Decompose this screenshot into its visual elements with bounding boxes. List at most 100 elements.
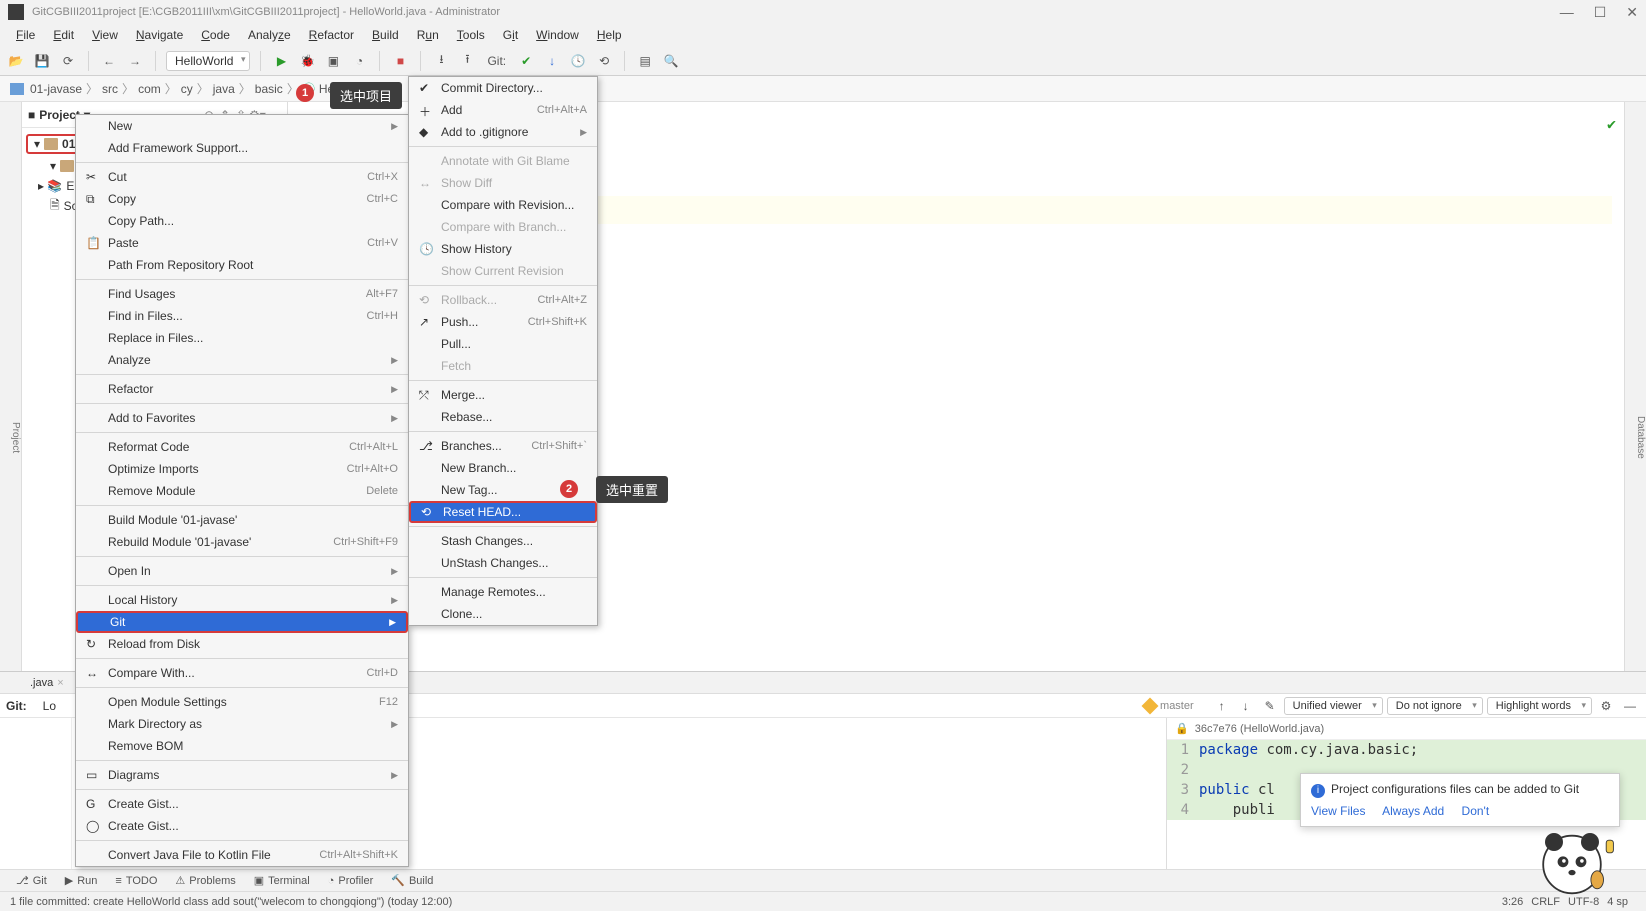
menu-item[interactable]: New Branch... [409,457,597,479]
rollback-icon[interactable]: ⟲ [594,51,614,71]
profile-icon[interactable]: ◔ [349,51,369,71]
tab-build[interactable]: 🔨 Build [385,874,439,887]
menu-item[interactable]: ✔Commit Directory... [409,77,597,99]
menu-navigate[interactable]: Navigate [128,26,191,44]
menu-item[interactable]: ↔Compare With...Ctrl+D [76,662,408,684]
menu-file[interactable]: File [8,26,43,44]
menu-item[interactable]: Add Framework Support... [76,137,408,159]
menu-item[interactable]: Add to Favorites▶ [76,407,408,429]
forward-icon[interactable]: → [125,51,145,71]
crumb-src[interactable]: src [102,82,118,96]
menu-window[interactable]: Window [528,26,587,44]
edit-icon[interactable]: ✎ [1260,696,1280,716]
menu-item[interactable]: Mark Directory as▶ [76,713,408,735]
git-pull-icon[interactable]: ⭳ [431,51,451,71]
next-diff-icon[interactable]: ↓ [1236,696,1256,716]
left-gutter[interactable]: Project [0,102,22,767]
menu-item[interactable]: Clone... [409,603,597,625]
gear-icon[interactable]: ⚙ [1596,696,1616,716]
coverage-icon[interactable]: ▣ [323,51,343,71]
vcs-tab-log[interactable]: Lo [35,697,64,715]
ignore-mode-select[interactable]: Do not ignore [1387,697,1483,715]
debug-icon[interactable]: 🐞 [297,51,317,71]
menu-code[interactable]: Code [193,26,238,44]
menu-item[interactable]: Refactor▶ [76,378,408,400]
stop-icon[interactable]: ■ [390,51,410,71]
menu-item[interactable]: Replace in Files... [76,327,408,349]
branch-label[interactable]: master [1144,700,1194,712]
update-icon[interactable]: ↓ [542,51,562,71]
menu-view[interactable]: View [84,26,126,44]
menu-item[interactable]: ◯Create Gist... [76,815,408,837]
menu-item[interactable]: Local History▶ [76,589,408,611]
menu-item[interactable]: Reformat CodeCtrl+Alt+L [76,436,408,458]
run-config-select[interactable]: HelloWorld [166,51,250,71]
tab-terminal[interactable]: ▣ Terminal [248,874,316,887]
menu-item[interactable]: Manage Remotes... [409,581,597,603]
menu-git[interactable]: Git [495,26,526,44]
menu-refactor[interactable]: Refactor [301,26,362,44]
menu-item[interactable]: Convert Java File to Kotlin FileCtrl+Alt… [76,844,408,866]
close-button[interactable]: ✕ [1626,4,1638,21]
right-gutter[interactable]: Database [1624,102,1646,767]
notif-action-always[interactable]: Always Add [1382,804,1444,818]
structure-icon[interactable]: ▤ [635,51,655,71]
menu-item[interactable]: Find UsagesAlt+F7 [76,283,408,305]
menu-item[interactable]: Rebuild Module '01-javase'Ctrl+Shift+F9 [76,531,408,553]
maximize-button[interactable]: ☐ [1594,4,1607,21]
back-icon[interactable]: ← [99,51,119,71]
editor-crumb-tab[interactable]: .java [30,677,53,689]
notif-action-view[interactable]: View Files [1311,804,1365,818]
crumb-cy[interactable]: cy [181,82,193,96]
menu-item[interactable]: GCreate Gist... [76,793,408,815]
search-icon[interactable]: 🔍 [661,51,681,71]
menu-item[interactable]: Optimize ImportsCtrl+Alt+O [76,458,408,480]
menu-item[interactable]: ⤱Merge... [409,384,597,406]
inspection-ok-icon[interactable]: ✔ [1607,110,1616,139]
menu-item[interactable]: ↗Push...Ctrl+Shift+K [409,311,597,333]
menu-item[interactable]: Stash Changes... [409,530,597,552]
menu-item[interactable]: Path From Repository Root [76,254,408,276]
menu-item[interactable]: Pull... [409,333,597,355]
menu-item[interactable]: ✂CutCtrl+X [76,166,408,188]
crumb-module[interactable]: 01-javase [30,82,82,96]
menu-item[interactable]: Open Module SettingsF12 [76,691,408,713]
menu-edit[interactable]: Edit [45,26,82,44]
menu-item[interactable]: Analyze▶ [76,349,408,371]
close-tab-icon[interactable]: × [57,677,63,689]
hide-panel-icon[interactable]: — [1620,696,1640,716]
menu-item[interactable]: New▶ [76,115,408,137]
menu-item[interactable]: Rebase... [409,406,597,428]
highlight-mode-select[interactable]: Highlight words [1487,697,1592,715]
save-icon[interactable]: 💾 [32,51,52,71]
menu-item[interactable]: Find in Files...Ctrl+H [76,305,408,327]
git-push-icon[interactable]: ⭱ [457,51,477,71]
menu-tools[interactable]: Tools [449,26,493,44]
menu-item[interactable]: 📋PasteCtrl+V [76,232,408,254]
crumb-basic[interactable]: basic [255,82,283,96]
menu-item[interactable]: Remove ModuleDelete [76,480,408,502]
history-icon[interactable]: 🕓 [568,51,588,71]
notif-action-dont[interactable]: Don't [1462,804,1490,818]
crumb-java[interactable]: java [213,82,235,96]
crumb-com[interactable]: com [138,82,161,96]
prev-diff-icon[interactable]: ↑ [1212,696,1232,716]
viewer-mode-select[interactable]: Unified viewer [1284,697,1383,715]
menu-item[interactable]: UnStash Changes... [409,552,597,574]
menu-item[interactable]: Copy Path... [76,210,408,232]
menu-item[interactable]: 🕓Show History [409,238,597,260]
menu-build[interactable]: Build [364,26,407,44]
menu-item[interactable]: ▭Diagrams▶ [76,764,408,786]
minimize-button[interactable]: — [1560,4,1574,21]
menu-item[interactable]: Build Module '01-javase' [76,509,408,531]
menu-item[interactable]: ⟲Reset HEAD... [409,501,597,523]
sync-icon[interactable]: ⟳ [58,51,78,71]
open-icon[interactable]: 📂 [6,51,26,71]
menu-item[interactable]: ◆Add to .gitignore▶ [409,121,597,143]
tab-run[interactable]: ▶ Run [59,874,104,887]
run-icon[interactable]: ▶ [271,51,291,71]
menu-item[interactable]: Git▶ [76,611,408,633]
menu-run[interactable]: Run [409,26,447,44]
menu-item[interactable]: ↻Reload from Disk [76,633,408,655]
menu-help[interactable]: Help [589,26,630,44]
